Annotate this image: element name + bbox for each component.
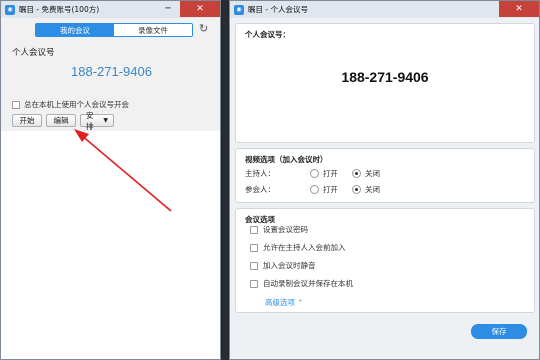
pmi-label: 个人会议号 — [12, 48, 55, 58]
pmi-number: 188-271-9406 — [71, 64, 152, 79]
app-logo-icon: ◉ — [234, 4, 244, 15]
host-video-row: 主持人： 打开 关闭 — [245, 168, 394, 179]
option-password[interactable]: 设置会议密码 — [250, 224, 308, 235]
video-options-panel: 视频选项（加入会议时） 主持人： 打开 关闭 参会人： 打开 关闭 — [235, 148, 535, 203]
pmi-panel: 个人会议号： 188-271-9406 — [235, 23, 535, 143]
use-pmi-option[interactable]: 总在本机上使用个人会议号开会 — [12, 99, 129, 110]
participant-video-off-radio[interactable] — [352, 185, 361, 194]
tab-strip: 我的会议 录像文件 — [35, 23, 193, 37]
join-before-host-checkbox[interactable] — [250, 243, 258, 252]
use-pmi-label: 总在本机上使用个人会议号开会 — [24, 100, 129, 109]
start-button[interactable]: 开始 — [12, 114, 42, 127]
auto-record-label: 自动录制会议并保存在本机 — [263, 279, 353, 288]
window-title-settings: 瞩目 - 个人会议号 — [248, 5, 308, 14]
title-bar[interactable]: ◉ 瞩目 - 免费账号(100方) ─ ✕ — [1, 1, 220, 18]
participant-video-on-radio[interactable] — [310, 185, 319, 194]
pmi-settings-window: ◉ 瞩目 - 个人会议号 ✕ 个人会议号： 188-271-9406 视频选项（… — [229, 0, 540, 360]
host-video-label: 主持人： — [245, 169, 275, 178]
minimize-button[interactable]: ─ — [156, 1, 180, 17]
mute-on-entry-label: 加入会议时静音 — [263, 261, 316, 270]
pmi-actions: 开始 编辑 安排 ▼ — [12, 111, 114, 131]
option-mute-on-entry[interactable]: 加入会议时静音 — [250, 260, 316, 271]
video-options-title: 视频选项（加入会议时） — [245, 155, 328, 164]
participant-video-off-label: 关闭 — [365, 185, 380, 194]
edit-button[interactable]: 编辑 — [46, 114, 76, 127]
auto-record-checkbox[interactable] — [250, 279, 258, 288]
join-before-host-label: 允许在主持人入会前加入 — [263, 243, 346, 252]
host-video-off-radio[interactable] — [352, 169, 361, 178]
save-button[interactable]: 保存 — [471, 324, 527, 339]
password-checkbox[interactable] — [250, 225, 258, 234]
chevron-down-icon: ▼ — [103, 117, 108, 124]
advanced-options-label: 高级选项 — [265, 298, 295, 307]
arrow-shaft — [80, 134, 172, 212]
title-bar-settings[interactable]: ◉ 瞩目 - 个人会议号 ✕ — [230, 1, 539, 18]
host-video-on-label: 打开 — [323, 169, 338, 178]
chevron-up-icon: ⌃ — [297, 298, 304, 307]
schedule-button[interactable]: 安排 ▼ — [80, 111, 114, 131]
close-button-settings[interactable]: ✕ — [499, 1, 539, 17]
app-logo-icon: ◉ — [5, 4, 15, 15]
option-join-before-host[interactable]: 允许在主持人入会前加入 — [250, 242, 346, 253]
meeting-options-panel: 会议选项 设置会议密码 允许在主持人入会前加入 加入会议时静音 自动录制会议并保… — [235, 208, 535, 313]
participant-video-on-label: 打开 — [323, 185, 338, 194]
meeting-header-panel: 我的会议 录像文件 ↻ 个人会议号 188-271-9406 总在本机上使用个人… — [1, 18, 220, 131]
tab-recordings[interactable]: 录像文件 — [114, 24, 192, 36]
main-window: ◉ 瞩目 - 免费账号(100方) ─ ✕ 我的会议 录像文件 ↻ 个人会议号 … — [0, 0, 221, 360]
participant-video-row: 参会人： 打开 关闭 — [245, 184, 394, 195]
use-pmi-checkbox[interactable] — [12, 100, 20, 109]
participant-video-label: 参会人： — [245, 185, 275, 194]
host-video-off-label: 关闭 — [365, 169, 380, 178]
mute-on-entry-checkbox[interactable] — [250, 261, 258, 270]
option-auto-record[interactable]: 自动录制会议并保存在本机 — [250, 278, 353, 289]
refresh-icon[interactable]: ↻ — [199, 23, 211, 35]
pmi-number-large: 188-271-9406 — [341, 69, 429, 85]
close-button[interactable]: ✕ — [180, 1, 220, 17]
tab-my-meetings[interactable]: 我的会议 — [36, 24, 114, 36]
password-label: 设置会议密码 — [263, 225, 308, 234]
advanced-options-link[interactable]: 高级选项 ⌃ — [265, 297, 304, 308]
schedule-label: 安排 — [86, 110, 94, 131]
window-title: 瞩目 - 免费账号(100方) — [19, 5, 100, 14]
host-video-on-radio[interactable] — [310, 169, 319, 178]
pmi-panel-title: 个人会议号： — [245, 30, 290, 39]
